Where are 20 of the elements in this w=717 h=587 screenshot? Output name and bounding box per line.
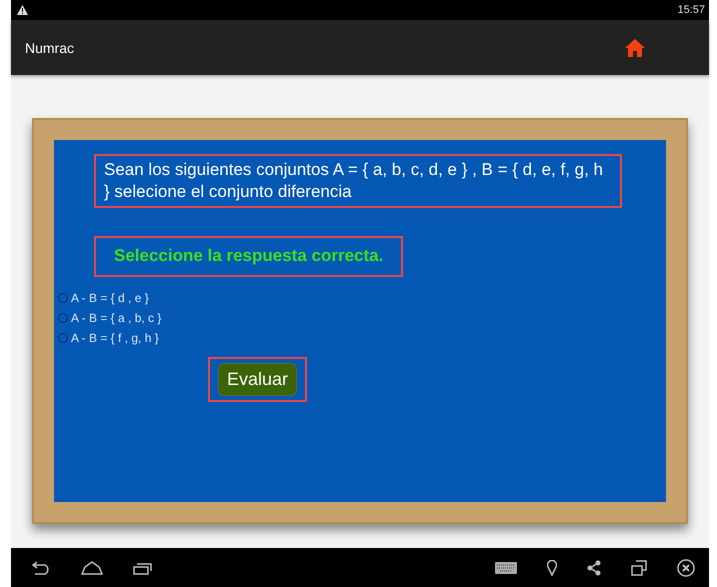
option-label: A - B = { d , e }: [71, 291, 149, 305]
answer-option[interactable]: A - B = { d , e }: [58, 291, 162, 305]
back-icon[interactable]: [29, 560, 51, 574]
question-text: Sean los siguientes conjuntos A = { a, b, c, d, e } , B = { d, e, f, g, h } selecione el conjunto diferencia: [94, 154, 622, 208]
radio-button[interactable]: [58, 293, 68, 303]
location-pin-icon[interactable]: [547, 560, 557, 576]
app-title: Numrac: [25, 40, 74, 56]
radio-button[interactable]: [58, 313, 68, 323]
evaluate-button[interactable]: Evaluar: [218, 363, 298, 396]
clock: 15:57: [677, 4, 705, 16]
radio-button[interactable]: [58, 333, 68, 343]
instruction-text: Seleccione la respuesta correcta.: [94, 236, 404, 277]
warning-icon: [17, 5, 28, 15]
windows-icon[interactable]: [631, 560, 647, 576]
close-icon[interactable]: [677, 558, 695, 576]
keyboard-icon[interactable]: [495, 562, 517, 574]
recent-apps-icon[interactable]: [133, 560, 153, 574]
home-icon[interactable]: [625, 38, 645, 56]
share-icon[interactable]: [587, 560, 601, 576]
home-icon[interactable]: [81, 560, 103, 574]
